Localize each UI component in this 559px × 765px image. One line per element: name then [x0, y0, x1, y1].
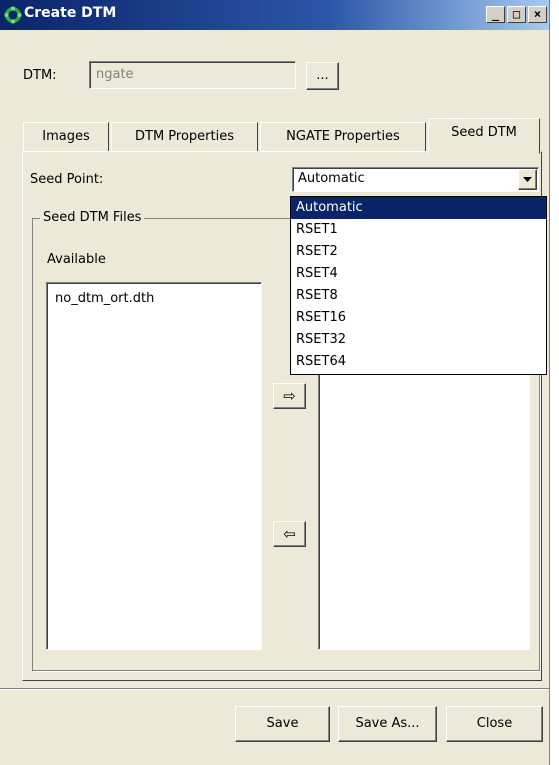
dropdown-option-rset16[interactable]: RSET16: [291, 307, 546, 329]
arrow-left-icon: ⇦: [283, 525, 296, 543]
dropdown-option-rset64[interactable]: RSET64: [291, 351, 546, 373]
arrow-right-icon: ⇨: [283, 387, 296, 405]
available-label: Available: [47, 252, 106, 267]
dtm-label: DTM:: [23, 68, 57, 83]
dropdown-option-rset2[interactable]: RSET2: [291, 241, 546, 263]
seed-point-selected-value: Automatic: [298, 171, 365, 186]
dropdown-option-rset4[interactable]: RSET4: [291, 263, 546, 285]
seed-dtm-files-group-label: Seed DTM Files: [40, 210, 145, 225]
minimize-button[interactable]: _: [486, 6, 505, 23]
tab-seed-dtm[interactable]: Seed DTM: [428, 118, 540, 154]
remove-seed-file-button[interactable]: ⇦: [273, 521, 306, 547]
close-window-button[interactable]: ×: [528, 6, 547, 23]
dropdown-option-rset8[interactable]: RSET8: [291, 285, 546, 307]
seed-point-label: Seed Point:: [30, 172, 104, 187]
add-seed-file-button[interactable]: ⇨: [273, 383, 306, 409]
app-gear-icon: [4, 6, 22, 24]
seed-point-combobox[interactable]: Automatic: [292, 167, 539, 192]
window-title: Create DTM: [24, 5, 117, 21]
combo-dropdown-button[interactable]: [518, 169, 537, 190]
browse-button[interactable]: ...: [306, 62, 339, 90]
dtm-name-value: ngate: [96, 67, 134, 82]
create-dtm-window: Create DTM _ □ × DTM: ngate ... Images D…: [0, 0, 550, 765]
dropdown-option-rset32[interactable]: RSET32: [291, 329, 546, 351]
dropdown-option-automatic[interactable]: Automatic: [291, 197, 546, 219]
maximize-button[interactable]: □: [507, 6, 526, 23]
close-button[interactable]: Close: [446, 706, 543, 742]
dtm-name-field[interactable]: ngate: [89, 61, 296, 89]
available-file-item[interactable]: no_dtm_ort.dth: [55, 291, 154, 306]
tab-ngate-properties[interactable]: NGATE Properties: [260, 122, 426, 152]
chevron-down-icon: [523, 177, 532, 182]
save-button[interactable]: Save: [235, 706, 330, 742]
dropdown-option-rset1[interactable]: RSET1: [291, 219, 546, 241]
title-bar[interactable]: Create DTM _ □ ×: [0, 0, 549, 30]
available-files-list[interactable]: no_dtm_ort.dth: [46, 282, 262, 650]
tab-images[interactable]: Images: [23, 122, 109, 152]
tab-dtm-properties[interactable]: DTM Properties: [111, 122, 258, 152]
save-as-button[interactable]: Save As...: [338, 706, 437, 742]
seed-point-dropdown-list[interactable]: Automatic RSET1 RSET2 RSET4 RSET8 RSET16…: [290, 196, 547, 375]
footer-separator: [0, 688, 549, 690]
